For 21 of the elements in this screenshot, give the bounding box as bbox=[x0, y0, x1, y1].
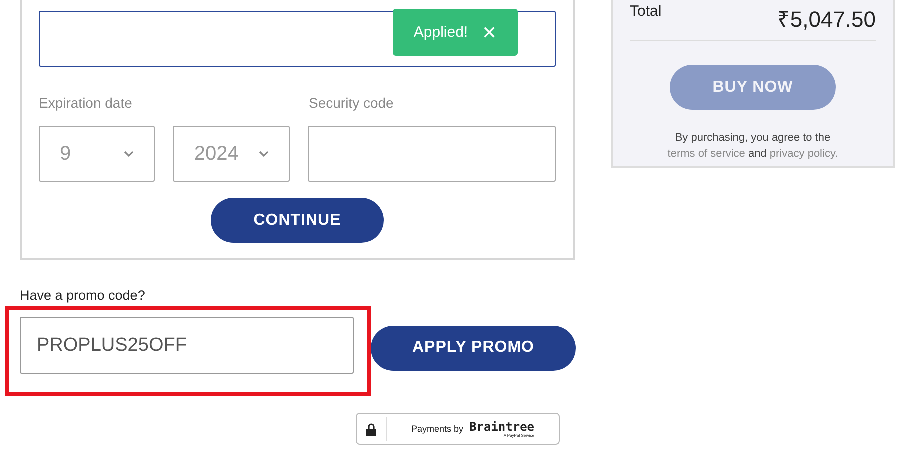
promo-code-field[interactable]: PROPLUS25OFF bbox=[20, 317, 354, 374]
badge-text: Payments by bbox=[411, 424, 464, 434]
terms-link[interactable]: terms of service bbox=[668, 148, 746, 160]
brand-name: Braintree bbox=[470, 420, 535, 432]
privacy-link[interactable]: privacy policy. bbox=[770, 148, 838, 160]
chevron-down-icon bbox=[124, 151, 134, 157]
total-label: Total bbox=[630, 3, 662, 20]
toast-text: Applied! bbox=[414, 24, 468, 41]
continue-button[interactable]: CONTINUE bbox=[211, 198, 384, 243]
close-icon[interactable]: ✕ bbox=[482, 22, 498, 44]
month-select[interactable]: 9 bbox=[39, 126, 156, 182]
security-code-field[interactable] bbox=[308, 126, 556, 182]
promo-label: Have a promo code? bbox=[20, 288, 146, 303]
field-label: Expiration date bbox=[39, 95, 132, 111]
apply-promo-button[interactable]: APPLY PROMO bbox=[371, 326, 576, 370]
lock-icon bbox=[366, 422, 377, 436]
chevron-down-icon bbox=[258, 151, 269, 157]
field-label: Security code bbox=[309, 95, 394, 113]
year-select[interactable]: 2024 bbox=[173, 126, 290, 182]
terms-notice: By purchasing, you agree to the terms of service and privacy policy. bbox=[666, 131, 840, 162]
total-amount: ₹5,047.50 bbox=[777, 6, 876, 33]
